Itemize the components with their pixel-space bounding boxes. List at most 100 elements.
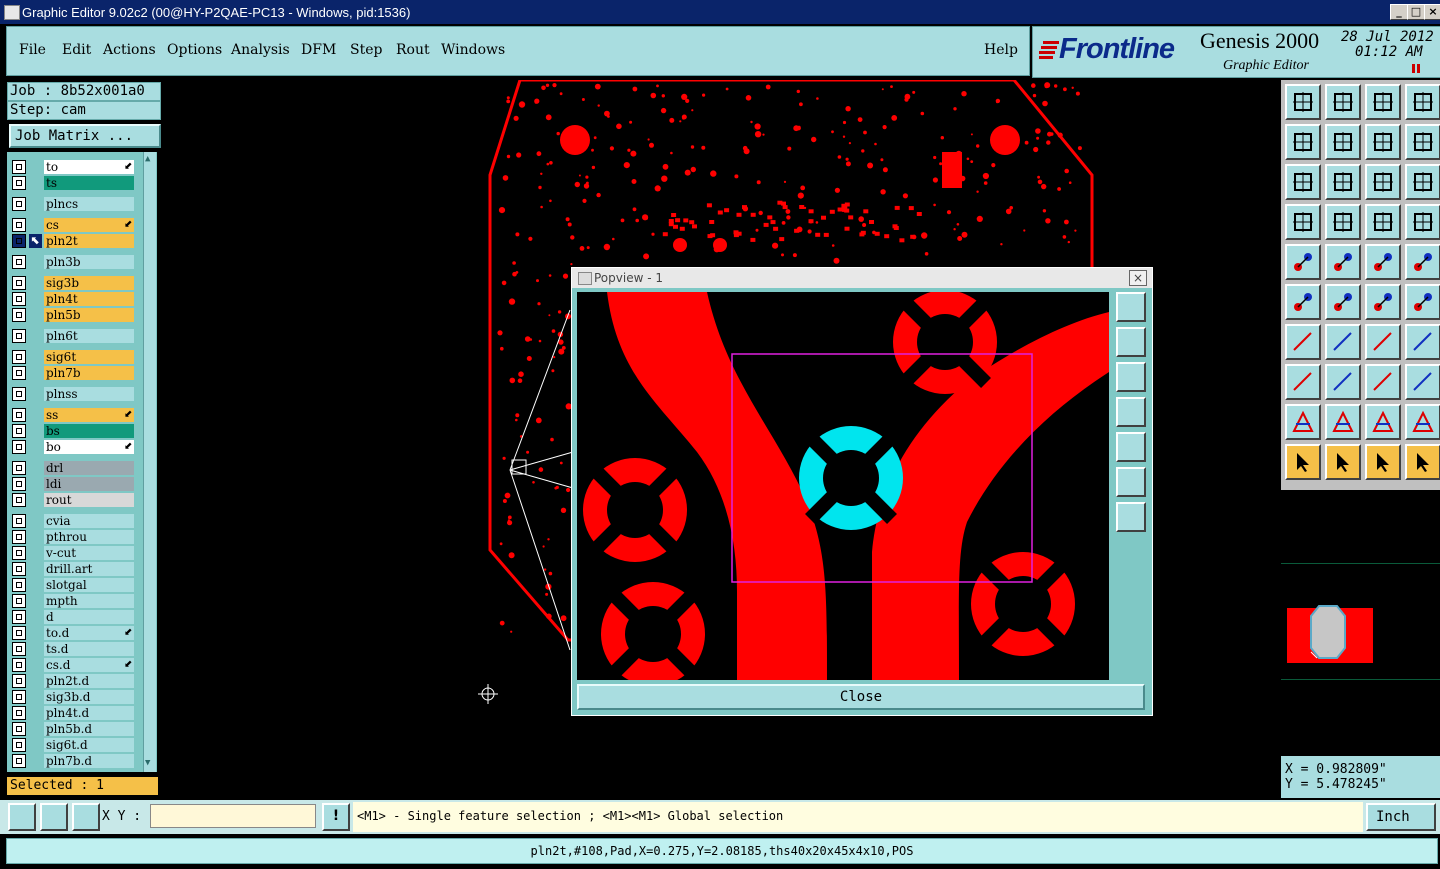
layer-checkbox[interactable] (12, 493, 26, 507)
layer-row[interactable]: pln5b.d (12, 722, 134, 736)
layer-name[interactable]: sig6t.d (44, 738, 134, 752)
tool-button[interactable] (1365, 324, 1401, 360)
popview-close-button[interactable]: Close (577, 684, 1145, 710)
layer-row[interactable]: ts (12, 176, 134, 190)
layer-name[interactable]: cvia (44, 514, 134, 528)
scroll-down-arrow-icon[interactable]: ▼ (145, 758, 150, 768)
layer-row[interactable]: ss ⬋ (12, 408, 134, 422)
tool-button[interactable] (1405, 444, 1440, 480)
tool-button[interactable] (1405, 84, 1440, 120)
layer-checkbox[interactable] (12, 578, 26, 592)
popview-zoom-fit-button[interactable] (1116, 467, 1146, 497)
tool-button[interactable] (1365, 364, 1401, 400)
layer-row[interactable]: v-cut (12, 546, 134, 560)
menu-dfm[interactable]: DFM (301, 42, 336, 58)
maximize-button[interactable]: □ (1407, 4, 1425, 20)
menu-analysis[interactable]: Analysis (231, 42, 290, 58)
layer-row[interactable]: sig3b (12, 276, 134, 290)
layer-name[interactable]: cs.d (44, 658, 134, 672)
menu-edit[interactable]: Edit (62, 42, 91, 58)
layer-checkbox[interactable] (12, 160, 26, 174)
layer-name[interactable]: pln2t.d (44, 674, 134, 688)
layer-name[interactable]: ts.d (44, 642, 134, 656)
tool-button[interactable] (1365, 124, 1401, 160)
tool-button[interactable] (1325, 404, 1361, 440)
layer-checkbox[interactable] (12, 255, 26, 269)
layer-name[interactable]: ldi (44, 477, 134, 491)
layer-name[interactable]: pln7b.d (44, 754, 134, 768)
popview-pan-left-button[interactable] (1116, 397, 1146, 427)
popview-canvas[interactable] (577, 292, 1109, 680)
layer-row[interactable]: pln5b (12, 308, 134, 322)
tool-button[interactable] (1325, 284, 1361, 320)
tool-button[interactable] (1285, 324, 1321, 360)
layer-row[interactable]: sig6t (12, 350, 134, 364)
popview-zoom-in-button[interactable] (1116, 292, 1146, 322)
layer-checkbox[interactable] (12, 292, 26, 306)
layer-checkbox[interactable] (12, 658, 26, 672)
popview-title-bar[interactable]: Popview - 1 × (572, 268, 1152, 288)
tool-button[interactable] (1405, 284, 1440, 320)
layer-name[interactable]: sig6t (44, 350, 134, 364)
layer-checkbox[interactable] (12, 530, 26, 544)
layer-row[interactable]: to ⬋ (12, 160, 134, 174)
layer-name[interactable]: to (44, 160, 134, 174)
layer-checkbox[interactable] (12, 234, 26, 248)
layer-name[interactable]: pthrou (44, 530, 134, 544)
popview-close-icon[interactable]: × (1129, 270, 1147, 286)
layer-checkbox[interactable] (12, 706, 26, 720)
layer-row[interactable]: ⬉ pln2t (12, 234, 134, 248)
tool-button[interactable] (1365, 204, 1401, 240)
layer-name[interactable]: to.d (44, 626, 134, 640)
layer-row[interactable]: cs ⬋ (12, 218, 134, 232)
layer-checkbox[interactable] (12, 176, 26, 190)
layer-name[interactable]: drill.art (44, 562, 134, 576)
tool-button[interactable] (1325, 84, 1361, 120)
layer-row[interactable]: to.d ⬋ (12, 626, 134, 640)
tool-button[interactable] (1405, 124, 1440, 160)
layer-checkbox[interactable] (12, 461, 26, 475)
tool-button[interactable] (1325, 444, 1361, 480)
layer-row[interactable]: sig3b.d (12, 690, 134, 704)
layer-checkbox[interactable] (12, 350, 26, 364)
layer-checkbox[interactable] (12, 754, 26, 768)
layer-row[interactable]: slotgal (12, 578, 134, 592)
layer-name[interactable]: pln3b (44, 255, 134, 269)
layer-checkbox[interactable] (12, 276, 26, 290)
tool-button[interactable] (1325, 124, 1361, 160)
layer-checkbox[interactable] (12, 329, 26, 343)
tool-button[interactable] (1405, 404, 1440, 440)
layer-row[interactable]: pln2t.d (12, 674, 134, 688)
layer-row[interactable]: bs (12, 424, 134, 438)
layer-checkbox[interactable] (12, 477, 26, 491)
menu-step[interactable]: Step (350, 42, 382, 58)
minimize-button[interactable]: _ (1390, 4, 1408, 20)
tool-button[interactable] (1405, 164, 1440, 200)
layer-name[interactable]: pln4t (44, 292, 134, 306)
tool-button[interactable] (1405, 364, 1440, 400)
layer-name[interactable]: pln5b (44, 308, 134, 322)
tool-button[interactable] (1365, 164, 1401, 200)
layer-name[interactable]: pln4t.d (44, 706, 134, 720)
tool-button[interactable] (1325, 164, 1361, 200)
layer-name[interactable]: bo (44, 440, 134, 454)
layer-checkbox[interactable] (12, 546, 26, 560)
layer-row[interactable]: cs.d ⬋ (12, 658, 134, 672)
layer-name[interactable]: bs (44, 424, 134, 438)
layer-checkbox[interactable] (12, 440, 26, 454)
popview-pan-up-button[interactable] (1116, 327, 1146, 357)
layer-row[interactable]: bo ⬋ (12, 440, 134, 454)
tool-button[interactable] (1325, 204, 1361, 240)
units-dropdown[interactable]: Inch (1366, 803, 1436, 831)
layer-row[interactable]: mpth (12, 594, 134, 608)
layer-name[interactable]: cs (44, 218, 134, 232)
layer-row[interactable]: cvia (12, 514, 134, 528)
tool-button[interactable] (1405, 244, 1440, 280)
layer-checkbox[interactable] (12, 408, 26, 422)
layer-name[interactable]: mpth (44, 594, 134, 608)
layer-checkbox[interactable] (12, 366, 26, 380)
layer-row[interactable]: pln3b (12, 255, 134, 269)
tool-button[interactable] (1285, 364, 1321, 400)
menu-file[interactable]: File (19, 42, 46, 58)
overview-panel[interactable] (1281, 490, 1440, 753)
